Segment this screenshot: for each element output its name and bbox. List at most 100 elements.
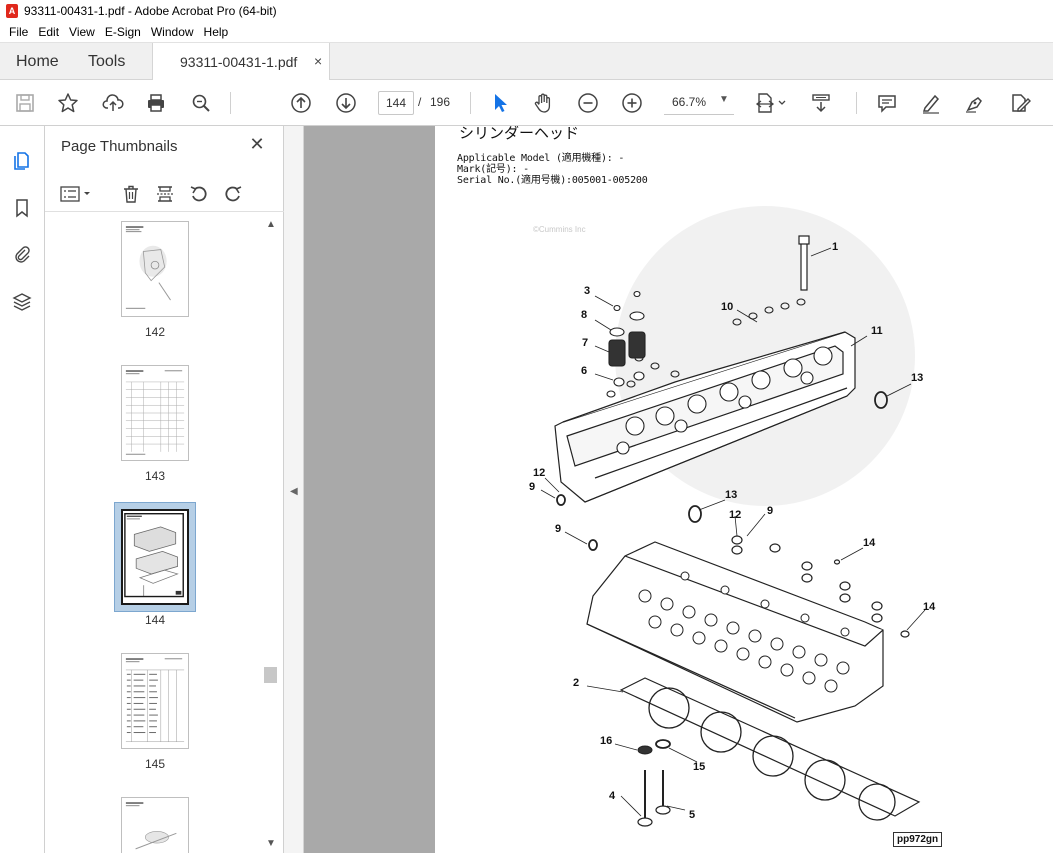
menu-file[interactable]: File: [4, 25, 33, 39]
page-total: 196: [430, 95, 451, 109]
callout-10: 10: [721, 301, 733, 313]
acrobat-logo-icon: A: [6, 4, 18, 18]
tab-tools[interactable]: Tools: [88, 53, 125, 71]
menu-esign[interactable]: E-Sign: [100, 25, 146, 39]
callout-9c: 9: [555, 523, 561, 535]
edit-pdf-icon[interactable]: [1007, 90, 1033, 116]
callout-1: 1: [832, 241, 838, 253]
thumbnail-page-next[interactable]: [121, 797, 189, 853]
zoom-out-icon[interactable]: [575, 90, 601, 116]
thumbnail-label: 145: [144, 757, 166, 771]
prev-page-icon[interactable]: [288, 90, 314, 116]
callout-12b: 12: [729, 509, 741, 521]
cylinder-head-exploded-diagram: ©Cummins Inc 1 3 8 7 6 10 11 13 12 9 13 …: [529, 206, 936, 827]
menu-edit[interactable]: Edit: [33, 25, 64, 39]
menu-view[interactable]: View: [64, 25, 100, 39]
thumbnail-page-142[interactable]: [121, 221, 189, 317]
acrobat-window: A 93311-00431-1.pdf - Adobe Acrobat Pro …: [0, 0, 1053, 853]
hand-icon[interactable]: [530, 90, 556, 116]
title-bar: A 93311-00431-1.pdf - Adobe Acrobat Pro …: [0, 0, 1053, 22]
layers-icon[interactable]: [10, 290, 34, 314]
callout-14a: 14: [863, 537, 876, 549]
window-title: 93311-00431-1.pdf - Adobe Acrobat Pro (6…: [24, 4, 277, 18]
attachments-icon[interactable]: [10, 242, 34, 266]
thumbnail-label: 143: [144, 469, 166, 483]
search-zoom-icon[interactable]: [188, 90, 214, 116]
panel-title: Page Thumbnails: [61, 138, 178, 155]
thumbnail-scrollbar[interactable]: ▲ ▼: [262, 213, 279, 853]
callout-14b: 14: [923, 601, 936, 613]
next-page-icon[interactable]: [333, 90, 359, 116]
chevron-down-icon: ▼: [719, 94, 729, 105]
callout-9b: 9: [767, 505, 773, 517]
print-icon[interactable]: [143, 90, 169, 116]
zoom-select[interactable]: 66.7% ▼: [664, 91, 734, 115]
close-panel-icon[interactable]: ✕: [247, 134, 267, 154]
menu-help[interactable]: Help: [199, 25, 234, 39]
sign-icon[interactable]: [962, 90, 988, 116]
panel-splitter[interactable]: ◀: [284, 126, 304, 853]
highlight-icon[interactable]: [918, 90, 944, 116]
page-thumbnails-panel: Page Thumbnails ✕ 142 143 144 145 ▲ ▼: [45, 126, 284, 853]
page-fit-icon[interactable]: [753, 90, 789, 116]
comment-icon[interactable]: [874, 90, 900, 116]
callout-12a: 12: [533, 467, 545, 479]
callout-11: 11: [871, 325, 883, 337]
zoom-value: 66.7%: [672, 95, 707, 109]
select-cursor-icon[interactable]: [487, 90, 513, 116]
options-menu-icon[interactable]: [59, 182, 93, 206]
thumbnail-page-144[interactable]: [121, 509, 189, 605]
delete-page-icon[interactable]: [119, 182, 143, 206]
thumbnail-label: 144: [144, 613, 166, 627]
callout-13a: 13: [911, 372, 923, 384]
callout-3: 3: [584, 285, 590, 297]
tab-bar: Home Tools 93311-00431-1.pdf ×: [0, 42, 1053, 81]
zoom-in-icon[interactable]: [619, 90, 645, 116]
pdf-page: シリンダーヘッド Applicable Model (適用機種): - Mark…: [435, 126, 1053, 853]
callout-7: 7: [582, 337, 588, 349]
toolbar-separator: [470, 92, 471, 114]
navigation-rail: [0, 126, 45, 853]
callout-13b: 13: [725, 489, 737, 501]
main-toolbar: 144 / 196 66.7% ▼: [0, 80, 1053, 126]
scrollbar-thumb[interactable]: [264, 667, 277, 683]
scroll-down-icon[interactable]: ▼: [266, 838, 276, 849]
page-thumbnails-icon[interactable]: [10, 148, 34, 172]
callout-9a: 9: [529, 481, 535, 493]
callout-2: 2: [573, 677, 579, 689]
menu-bar: File Edit View E-Sign Window Help: [0, 22, 1053, 42]
page-number-input[interactable]: 144: [378, 91, 414, 115]
toolbar-separator: [856, 92, 857, 114]
thumbnail-list: 142 143 144 145: [45, 213, 267, 853]
callout-8: 8: [581, 309, 587, 321]
figure-code: pp972gn: [893, 832, 943, 847]
thumbnail-label: 142: [144, 325, 166, 339]
callout-6: 6: [581, 365, 587, 377]
page-separator: /: [418, 95, 422, 109]
tab-document[interactable]: 93311-00431-1.pdf ×: [152, 43, 330, 81]
thumbnail-page-143[interactable]: [121, 365, 189, 461]
thumbnail-page-145[interactable]: [121, 653, 189, 749]
callout-15: 15: [693, 761, 705, 773]
rotate-left-icon[interactable]: [187, 182, 211, 206]
extract-page-icon[interactable]: [153, 182, 177, 206]
upload-icon[interactable]: [100, 90, 126, 116]
save-icon[interactable]: [12, 90, 38, 116]
document-view[interactable]: シリンダーヘッド Applicable Model (適用機種): - Mark…: [304, 126, 1053, 853]
tab-home[interactable]: Home: [16, 53, 59, 71]
bookmarks-icon[interactable]: [10, 196, 34, 220]
scroll-up-icon[interactable]: ▲: [266, 219, 276, 230]
bookmark-star-icon[interactable]: [55, 90, 81, 116]
rotate-right-icon[interactable]: [221, 182, 245, 206]
watermark-text: ©Cummins Inc: [533, 225, 586, 234]
callout-5: 5: [689, 809, 695, 821]
callout-16: 16: [600, 735, 612, 747]
close-tab-icon[interactable]: ×: [314, 53, 322, 69]
tab-document-label: 93311-00431-1.pdf: [180, 54, 298, 70]
toolbar-separator: [230, 92, 231, 114]
collapse-panel-icon[interactable]: ◀: [290, 486, 298, 497]
scroll-mode-icon[interactable]: [808, 90, 834, 116]
menu-window[interactable]: Window: [146, 25, 199, 39]
callout-4: 4: [609, 790, 616, 802]
thumbnail-toolbar: [45, 176, 284, 212]
